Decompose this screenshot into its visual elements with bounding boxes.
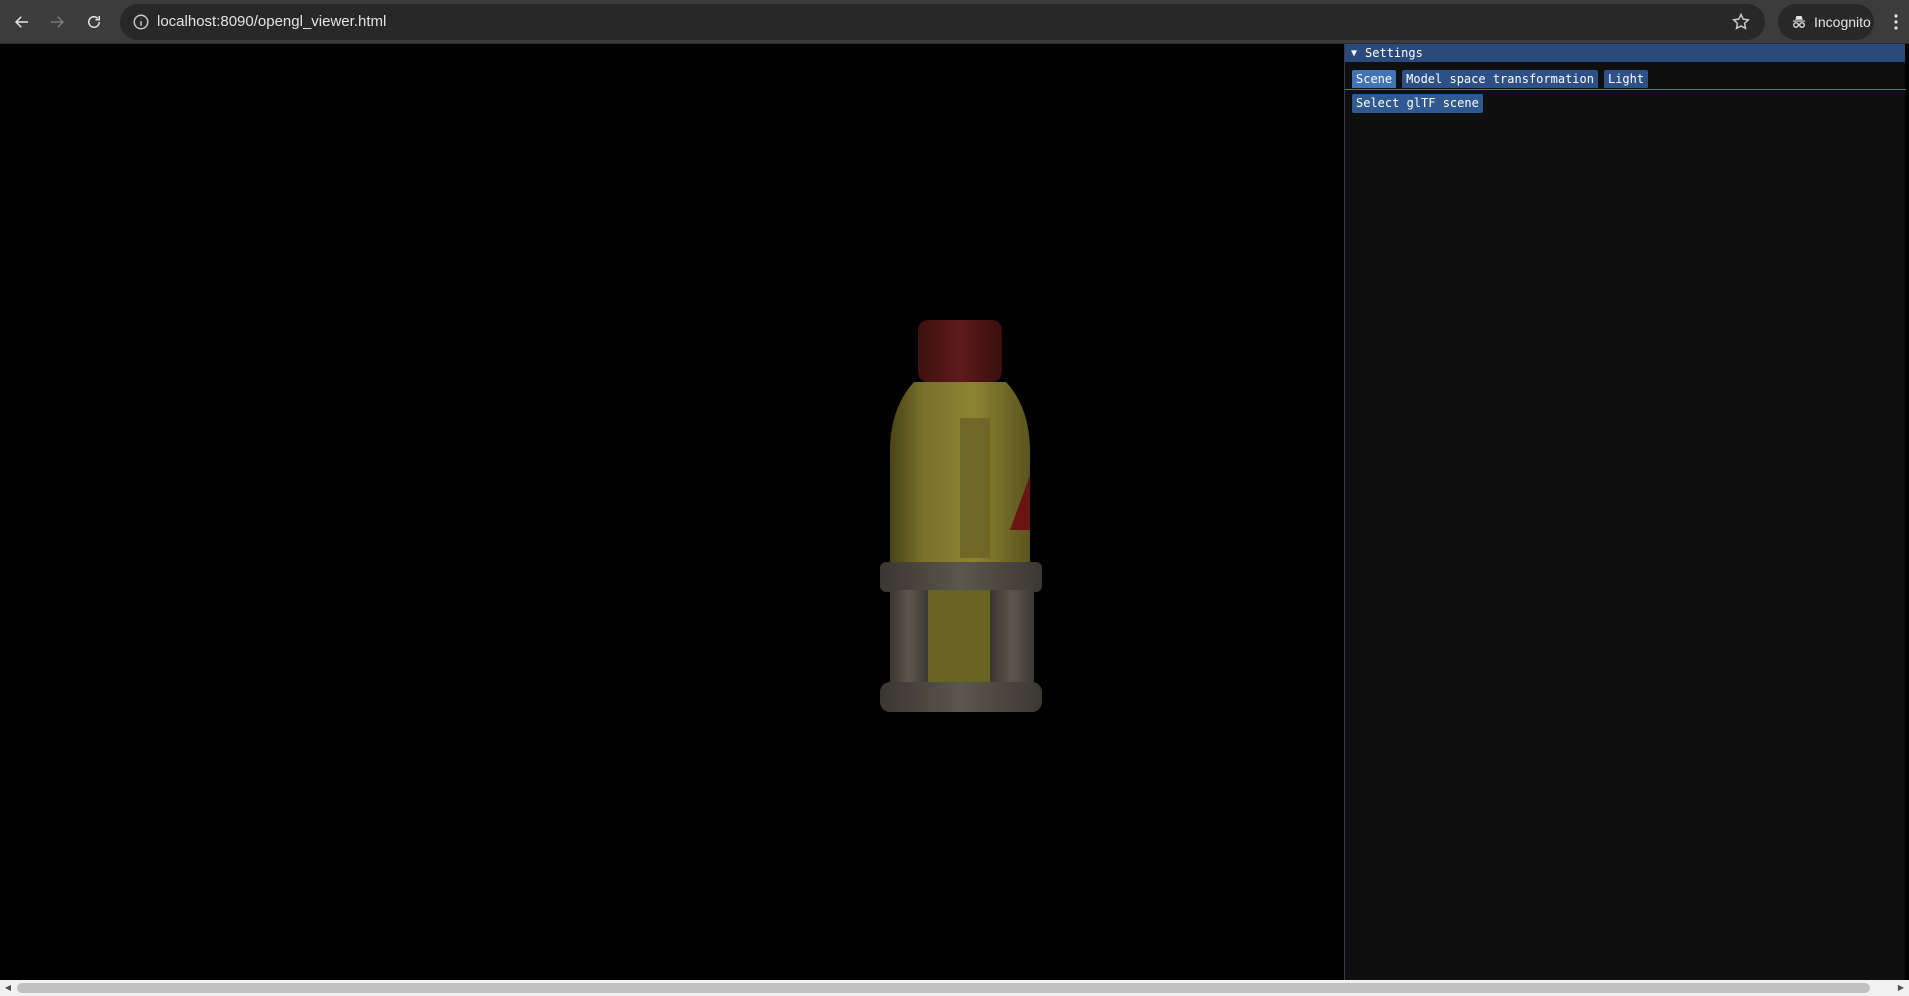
url-text[interactable]: localhost:8090/opengl_viewer.html — [157, 4, 386, 40]
back-arrow-icon[interactable] — [6, 6, 38, 38]
incognito-label: Incognito — [1814, 14, 1871, 30]
tab-scene[interactable]: Scene — [1352, 70, 1397, 88]
settings-title-bar[interactable]: ▼ Settings — [1345, 44, 1905, 62]
incognito-icon — [1793, 16, 1805, 28]
bottle-model — [880, 320, 1042, 712]
settings-title: Settings — [1365, 46, 1423, 60]
browser-toolbar: localhost:8090/opengl_viewer.html Incogn… — [0, 0, 1909, 44]
star-icon[interactable] — [1731, 12, 1751, 32]
scrollbar-thumb[interactable] — [17, 983, 1870, 993]
incognito-badge[interactable]: Incognito — [1778, 4, 1874, 40]
scroll-right-icon[interactable]: ▶ — [1893, 980, 1909, 996]
settings-panel: ▼ Settings Scene Model space transformat… — [1344, 44, 1906, 980]
scroll-left-icon[interactable]: ◀ — [0, 980, 16, 996]
page-viewport: ▼ Settings Scene Model space transformat… — [0, 44, 1909, 980]
collapse-triangle-icon[interactable]: ▼ — [1351, 48, 1357, 59]
webgl-canvas[interactable] — [0, 44, 1344, 980]
address-bar[interactable]: localhost:8090/opengl_viewer.html — [120, 4, 1765, 40]
tab-light[interactable]: Light — [1603, 70, 1649, 88]
horizontal-scrollbar[interactable]: ◀ ▶ — [0, 980, 1909, 996]
select-gltf-scene-button[interactable]: Select glTF scene — [1352, 94, 1483, 113]
tab-model-space-transformation[interactable]: Model space transformation — [1402, 70, 1598, 88]
reload-icon[interactable] — [78, 6, 110, 38]
settings-tab-bar: Scene Model space transformation Light — [1345, 70, 1906, 90]
forward-arrow-icon[interactable] — [41, 6, 73, 38]
info-icon[interactable] — [132, 13, 150, 31]
kebab-menu-icon[interactable] — [1886, 6, 1906, 38]
